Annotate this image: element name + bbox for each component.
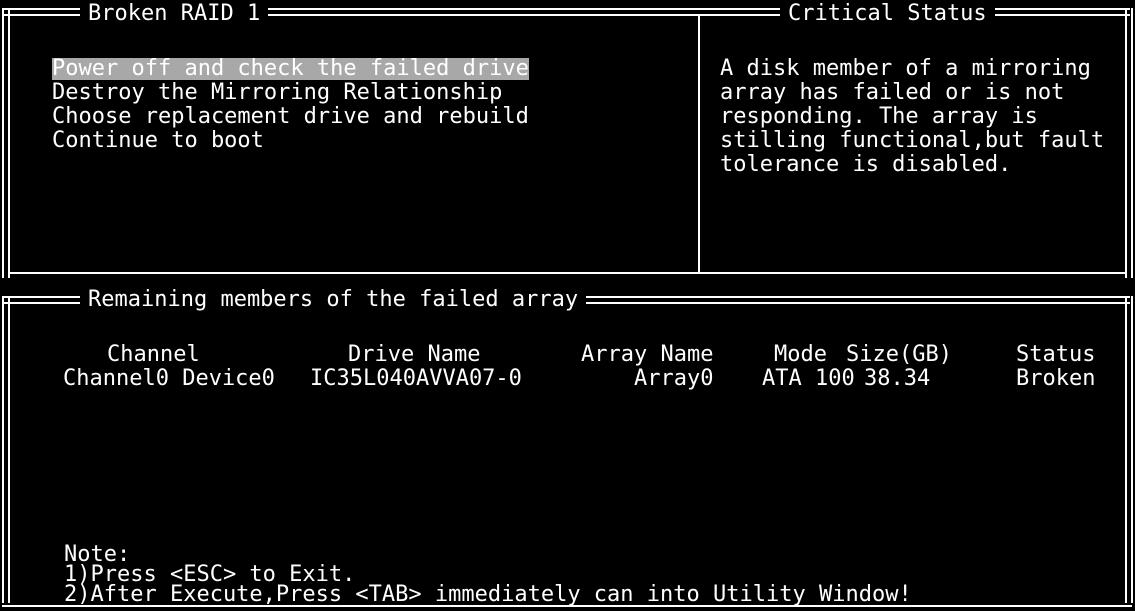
column-header-size: Size(GB)	[846, 342, 952, 367]
bottom-frame-border-right	[1125, 296, 1133, 603]
top-frame-divider	[698, 14, 700, 272]
status-line: A disk member of a mirroring	[720, 56, 1091, 81]
cell-drive-name: IC35L040AVVA07-0	[310, 366, 522, 391]
menu-item-replace-rebuild[interactable]: Choose replacement drive and rebuild	[52, 106, 529, 128]
cell-size: 38.34	[864, 366, 931, 391]
cell-status: Broken	[1016, 366, 1096, 391]
cell-mode: ATA 100	[762, 366, 855, 391]
cell-array-name: Array0	[634, 366, 714, 391]
menu-item-power-off[interactable]: Power off and check the failed drive	[52, 58, 529, 80]
cell-channel: Channel0 Device0	[63, 366, 275, 391]
column-header-array-name: Array Name	[581, 342, 714, 367]
column-header-mode: Mode	[774, 342, 827, 367]
column-header-channel: Channel	[107, 342, 200, 367]
menu-item-destroy-mirroring[interactable]: Destroy the Mirroring Relationship	[52, 82, 502, 104]
note-line: 2)After Execute,Press <TAB> immediately …	[64, 582, 912, 607]
menu-item-continue-boot[interactable]: Continue to boot	[52, 130, 264, 152]
status-line: stilling functional,but fault	[720, 128, 1105, 153]
status-line: responding. The array is	[720, 104, 1038, 129]
top-frame-border-right	[1125, 8, 1133, 278]
broken-raid-title: Broken RAID 1	[80, 3, 269, 25]
critical-status-title: Critical Status	[780, 3, 995, 25]
bottom-frame-border-left	[2, 296, 10, 603]
top-frame-border-left	[2, 8, 10, 278]
column-header-drive-name: Drive Name	[348, 342, 481, 367]
remaining-members-title: Remaining members of the failed array	[80, 289, 587, 311]
status-line: array has failed or is not	[720, 80, 1065, 105]
status-line: tolerance is disabled.	[720, 152, 1012, 177]
column-header-status: Status	[1016, 342, 1096, 367]
top-frame-border-bottom	[8, 272, 1127, 274]
